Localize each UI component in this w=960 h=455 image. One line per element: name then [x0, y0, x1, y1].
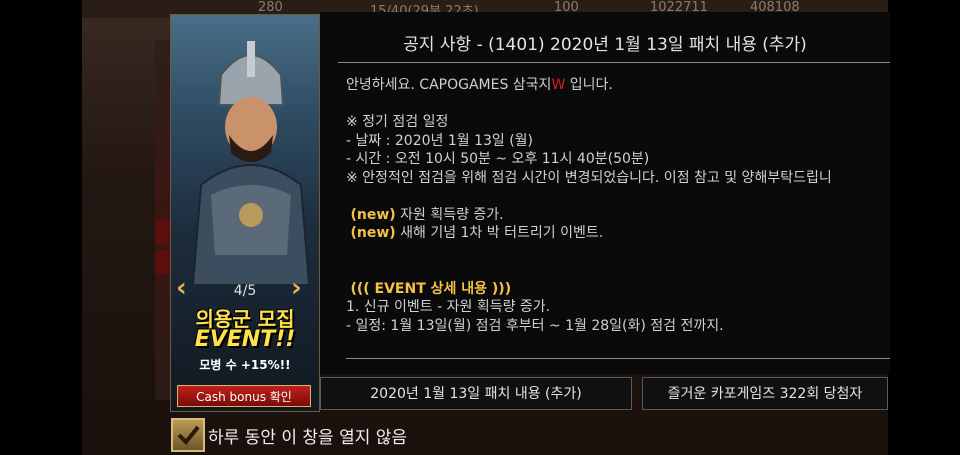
notice-title: 공지 사항 - (1401) 2020년 1월 13일 패치 내용 (추가): [403, 35, 807, 55]
title-divider: [338, 62, 890, 63]
notice-greeting: 안녕하세요. CAPOGAMES 삼국지W 입니다.: [346, 77, 613, 93]
notice-line: ※ 안정적인 점검을 위해 점검 시간이 변경되었습니다. 이점 참고 및 양해…: [346, 169, 832, 186]
checkmark-icon: [177, 425, 200, 445]
cash-bonus-button[interactable]: Cash bonus 확인: [177, 385, 311, 407]
side-menu-strip: [155, 40, 171, 400]
event-subtitle: EVENT!!: [194, 327, 296, 352]
notice-line: 1. 신규 이벤트 - 자원 획득량 증가.: [346, 299, 551, 315]
event-banner[interactable]: ‹ › 4/5 의용군 모집 EVENT!! 모병 수 +15%!! Cash …: [170, 14, 320, 412]
notice-line: - 시간 : 오전 10시 50분 ~ 오후 11시 40분(50분): [346, 151, 650, 167]
dont-show-today-label[interactable]: 하루 동안 이 창을 열지 않음: [208, 423, 407, 448]
resource-value-1: 280: [258, 0, 283, 15]
notice-line: - 날짜 : 2020년 1월 13일 (월): [346, 132, 534, 149]
event-description: 모병 수 +15%!!: [199, 358, 291, 372]
banner-page-counter: 4/5: [233, 283, 257, 299]
notice-new-line: (new) 새해 기념 1차 박 터트리기 이벤트.: [350, 225, 604, 241]
notice-line: ※ 정기 점검 일정: [346, 114, 449, 130]
notice-new-line: (new) 자원 획득량 증가.: [350, 206, 504, 223]
notice-content[interactable]: 안녕하세요. CAPOGAMES 삼국지W 입니다. ※ 정기 점검 일정 - …: [346, 76, 890, 366]
tab-winners[interactable]: 즐거운 카포게임즈 322회 당첨자: [642, 377, 888, 410]
notice-line: - 일정: 1월 13일(월) 점검 후부터 ~ 1월 28일(화) 점검 전까…: [346, 317, 724, 334]
notice-panel: 공지 사항 - (1401) 2020년 1월 13일 패치 내용 (추가) 안…: [320, 12, 890, 374]
dont-show-today-checkbox[interactable]: [171, 418, 205, 452]
notice-event-heading: ((( EVENT 상세 내용 ))): [350, 280, 512, 297]
side-menu-marker: [155, 220, 171, 244]
content-divider: [346, 358, 890, 359]
tab-patch-notes[interactable]: 2020년 1월 13일 패치 내용 (추가): [320, 377, 632, 410]
side-menu-marker: [155, 250, 171, 274]
warrior-illustration: [191, 41, 311, 285]
